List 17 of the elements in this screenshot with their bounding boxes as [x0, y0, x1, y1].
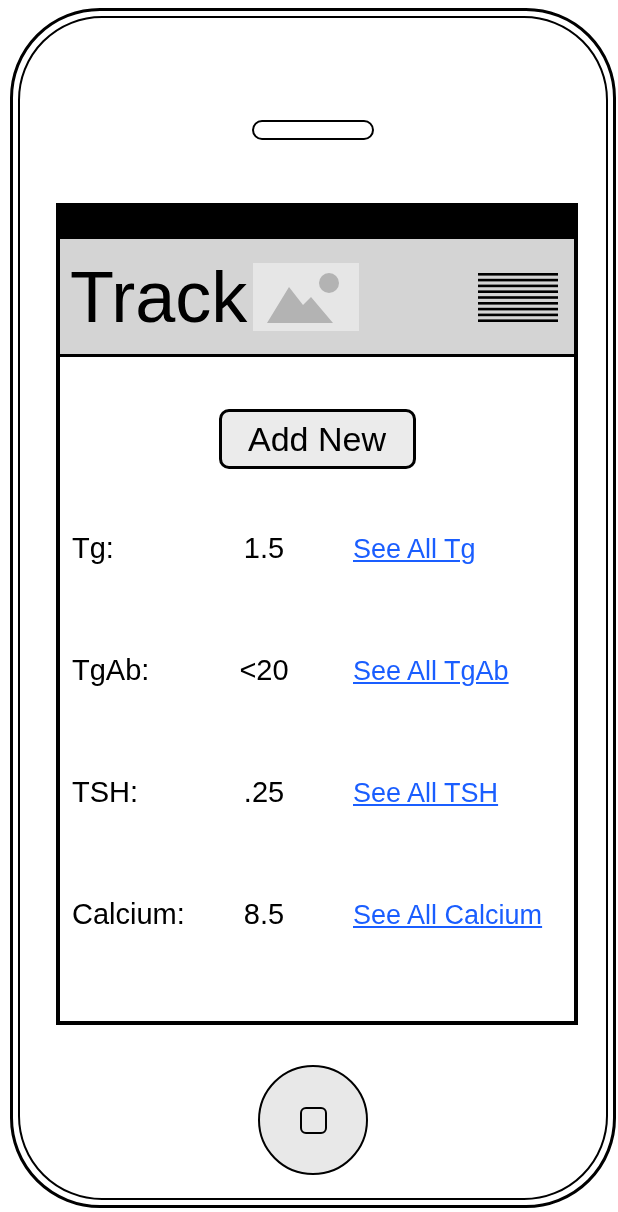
row-label: TgAb:: [72, 653, 151, 689]
row-value: 1.5: [242, 531, 286, 567]
see-all-link[interactable]: See All Calcium: [353, 894, 543, 936]
menu-icon[interactable]: [478, 271, 558, 322]
see-all-link[interactable]: See All TSH: [353, 772, 499, 814]
row-label: Calcium:: [72, 897, 186, 933]
row-value: .25: [242, 775, 286, 811]
row-value: 8.5: [242, 897, 286, 933]
see-all-link[interactable]: See All Tg: [353, 528, 476, 570]
row-label: TSH:: [72, 775, 140, 811]
add-new-button[interactable]: Add New: [218, 409, 416, 469]
row-value: <20: [238, 653, 290, 689]
image-placeholder-icon: [253, 262, 360, 331]
row-label: Tg:: [72, 531, 115, 567]
square-icon: [299, 1106, 327, 1134]
see-all-link[interactable]: See All TgAb: [353, 650, 509, 692]
app-title: Track: [70, 260, 248, 333]
